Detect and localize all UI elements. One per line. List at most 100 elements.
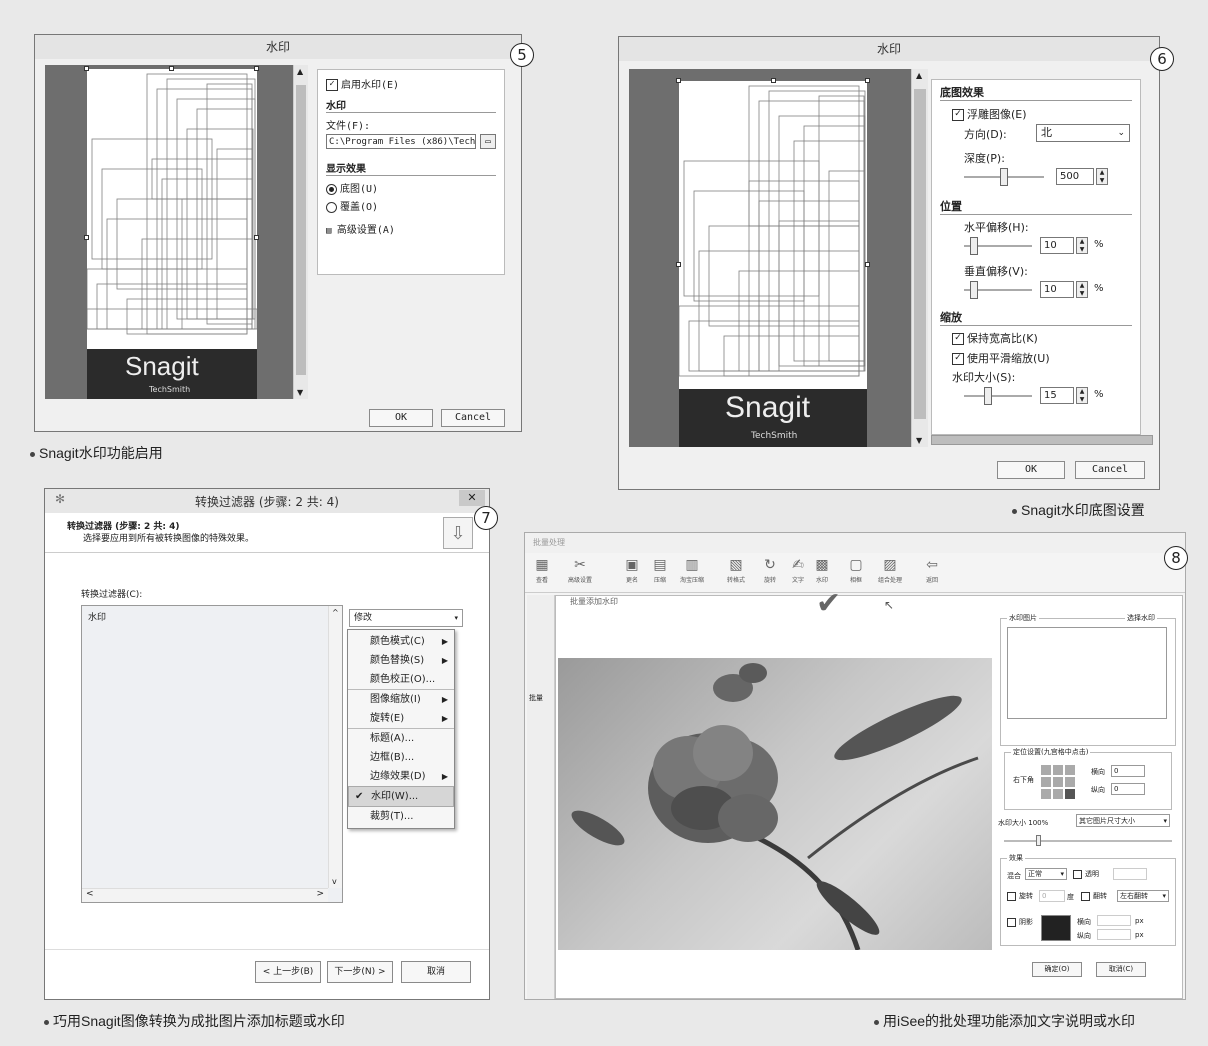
toolbar-button[interactable]: ▨ 组合处理 — [875, 555, 905, 591]
radio-underlay-row[interactable]: 底图(U) — [326, 180, 496, 195]
toolbar-button[interactable]: ⇦ 返回 — [917, 555, 947, 591]
folder-open-icon[interactable]: ▭ — [480, 134, 496, 149]
choose-watermark-button[interactable]: 选择水印 — [1125, 613, 1157, 623]
toolbar-button[interactable]: ▧ 转格式 — [721, 555, 751, 591]
ok-button[interactable]: OK — [997, 461, 1065, 479]
next-button[interactable]: 下一步(N) > — [327, 961, 393, 983]
rotate-checkbox[interactable]: 旋转 — [1007, 891, 1033, 901]
list-vscroll[interactable]: ^ v — [328, 606, 342, 888]
size-mode-select[interactable]: 其它图片尺寸大小 ▾ — [1076, 814, 1170, 827]
scroll-up-icon[interactable]: ▲ — [297, 67, 303, 76]
rotate-input[interactable]: 0 — [1039, 890, 1065, 902]
list-item[interactable]: 水印 — [88, 610, 106, 623]
menu-item[interactable]: 边框(B)... — [348, 748, 454, 767]
keep-ratio-row[interactable]: ✓ 保持宽高比(K) — [952, 330, 1132, 346]
settings-scrollbar-horizontal[interactable] — [931, 435, 1153, 445]
size-slider-thumb[interactable] — [984, 387, 992, 405]
advanced-settings-link[interactable]: ▤ 高级设置(A) — [326, 221, 496, 236]
cancel-button[interactable]: 取消 — [401, 961, 471, 983]
selection-handle[interactable] — [771, 78, 776, 83]
flip-checkbox[interactable]: 翻转 — [1081, 891, 1107, 901]
list-hscroll[interactable]: < > — [82, 888, 328, 902]
radio-empty-icon[interactable] — [326, 201, 337, 213]
voffset-input[interactable]: 10 — [1040, 281, 1074, 298]
radio-overlay-row[interactable]: 覆盖(O) — [326, 198, 496, 213]
spinner-icon[interactable]: ▲ ▼ — [1076, 387, 1088, 404]
selection-handle[interactable] — [254, 66, 259, 71]
depth-input[interactable]: 500 — [1056, 168, 1094, 185]
scroll-up-icon[interactable]: ▲ — [916, 71, 922, 80]
h-offset-input[interactable]: 0 — [1111, 765, 1145, 777]
cancel-button[interactable]: Cancel — [441, 409, 505, 427]
scroll-thumb[interactable] — [914, 89, 926, 419]
modify-dropdown[interactable]: 修改 ▾ — [349, 609, 463, 627]
emboss-row[interactable]: ✓ 浮雕图像(E) — [952, 106, 1132, 122]
scroll-down-icon[interactable]: ▼ — [297, 388, 303, 397]
scroll-up-icon[interactable]: ^ — [332, 608, 339, 617]
selection-handle[interactable] — [84, 235, 89, 240]
hoffset-slider-thumb[interactable] — [970, 237, 978, 255]
scroll-thumb[interactable] — [296, 85, 306, 375]
voffset-slider-thumb[interactable] — [970, 281, 978, 299]
ok-button[interactable]: OK — [369, 409, 433, 427]
transparent-input[interactable] — [1113, 868, 1147, 880]
radio-selected-icon[interactable] — [326, 183, 337, 195]
menu-item[interactable]: ✔ 水印(W)... — [348, 786, 454, 807]
toolbar-button[interactable]: ✂ 高级设置 — [565, 555, 595, 591]
toolbar-button[interactable]: ▥ 淘宝压缩 — [677, 555, 707, 591]
checkbox-checked-icon[interactable]: ✓ — [326, 79, 338, 91]
scroll-down-icon[interactable]: ▼ — [916, 436, 922, 445]
selection-handle[interactable] — [865, 78, 870, 83]
spinner-icon[interactable]: ▲ ▼ — [1096, 168, 1108, 185]
shadow-color-swatch[interactable] — [1041, 915, 1071, 941]
spinner-icon[interactable]: ▲ ▼ — [1076, 237, 1088, 254]
back-button[interactable]: < 上一步(B) — [255, 961, 321, 983]
menu-item[interactable]: 边缘效果(D) ▶ — [348, 767, 454, 786]
toolbar-button[interactable]: ↻ 旋转 — [755, 555, 785, 591]
checkbox-checked-icon[interactable]: ✓ — [952, 333, 964, 345]
file-path-input[interactable]: C:\Program Files (x86)\TechS — [326, 134, 476, 149]
toolbar-button[interactable]: ▦ 查看 — [527, 555, 557, 591]
transparent-checkbox[interactable]: 透明 — [1073, 869, 1099, 879]
menu-item[interactable]: 裁剪(T)... — [348, 807, 454, 826]
v-offset-input[interactable]: 0 — [1111, 783, 1145, 795]
toolbar-button[interactable]: ▤ 压缩 — [645, 555, 675, 591]
selection-handle[interactable] — [676, 78, 681, 83]
toolbar-button[interactable]: ▢ 相框 — [841, 555, 871, 591]
menu-item[interactable]: 颜色替换(S) ▶ — [348, 651, 454, 670]
size-slider-thumb[interactable] — [1036, 835, 1041, 846]
checkbox-checked-icon[interactable]: ✓ — [952, 353, 964, 365]
enable-watermark-row[interactable]: ✓ 启用水印(E) — [326, 76, 496, 91]
spinner-icon[interactable]: ▲ ▼ — [1076, 281, 1088, 298]
blend-select[interactable]: 正常 ▾ — [1025, 868, 1067, 880]
flip-select[interactable]: 左右翻转 ▾ — [1117, 890, 1169, 902]
preview-scrollbar[interactable]: ▲ ▼ — [911, 69, 928, 447]
toolbar-button[interactable]: ▣ 更名 — [617, 555, 647, 591]
menu-item[interactable]: 颜色模式(C) ▶ — [348, 632, 454, 651]
direction-select[interactable]: 北 ⌄ — [1036, 124, 1130, 142]
preview-scrollbar[interactable]: ▲ ▼ — [293, 65, 308, 399]
shadow-h-input[interactable] — [1097, 915, 1131, 926]
selection-handle[interactable] — [254, 235, 259, 240]
size-slider-track[interactable] — [1004, 840, 1172, 842]
size-input[interactable]: 15 — [1040, 387, 1074, 404]
selection-handle[interactable] — [865, 262, 870, 267]
selection-handle[interactable] — [84, 66, 89, 71]
checkbox-checked-icon[interactable]: ✓ — [952, 109, 964, 121]
menu-item[interactable]: 图像缩放(I) ▶ — [348, 690, 454, 709]
selection-handle[interactable] — [169, 66, 174, 71]
shadow-checkbox[interactable]: 阴影 — [1007, 917, 1033, 927]
close-icon[interactable]: ✕ — [459, 490, 485, 506]
smooth-scale-row[interactable]: ✓ 使用平滑缩放(U) — [952, 350, 1132, 366]
hoffset-input[interactable]: 10 — [1040, 237, 1074, 254]
menu-item[interactable]: 标题(A)... — [348, 729, 454, 748]
selection-handle[interactable] — [676, 262, 681, 267]
shadow-v-input[interactable] — [1097, 929, 1131, 940]
confirm-button[interactable]: 确定(O) — [1032, 962, 1082, 977]
menu-item[interactable]: 颜色校正(O)... — [348, 670, 454, 690]
size-slider-track[interactable] — [964, 395, 1032, 397]
scroll-down-icon[interactable]: v — [332, 877, 337, 886]
depth-slider-thumb[interactable] — [1000, 168, 1008, 186]
cancel-button[interactable]: 取消(C) — [1096, 962, 1146, 977]
nine-grid-icon[interactable] — [1041, 765, 1075, 799]
